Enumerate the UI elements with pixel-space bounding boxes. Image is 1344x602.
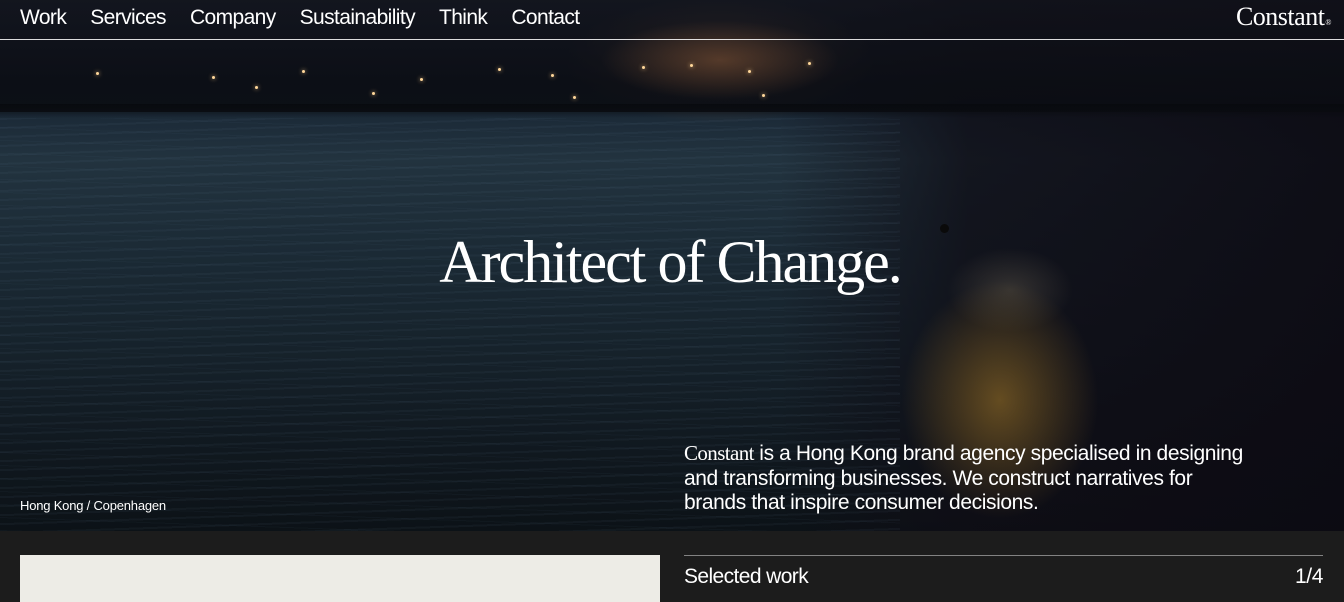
city-light bbox=[255, 86, 258, 89]
nav-item-services[interactable]: Services bbox=[90, 4, 166, 32]
city-light bbox=[808, 62, 811, 65]
city-light bbox=[762, 94, 765, 97]
nav-item-contact[interactable]: Contact bbox=[511, 4, 580, 32]
selected-work-title: Selected work bbox=[684, 565, 809, 588]
city-light bbox=[302, 70, 305, 73]
logo-text: Constant bbox=[1235, 2, 1325, 31]
intro-brand-name: Constant bbox=[684, 441, 754, 465]
city-light bbox=[551, 74, 554, 77]
slide-counter: 1/4 bbox=[1295, 565, 1323, 588]
section-divider bbox=[684, 555, 1323, 556]
city-light bbox=[212, 76, 215, 79]
nav-links: Work Services Company Sustainability Thi… bbox=[20, 4, 580, 32]
brand-logo[interactable]: Constant® bbox=[1236, 2, 1331, 32]
office-locations: Hong Kong / Copenhagen bbox=[20, 498, 166, 513]
waterline bbox=[0, 104, 1344, 118]
nav-item-think[interactable]: Think bbox=[439, 4, 488, 32]
main-navigation: Work Services Company Sustainability Thi… bbox=[0, 0, 1344, 40]
intro-text: is a Hong Kong brand agency specialised … bbox=[684, 442, 1243, 514]
nav-item-sustainability[interactable]: Sustainability bbox=[300, 4, 416, 32]
agency-intro: Constant is a Hong Kong brand agency spe… bbox=[684, 441, 1244, 516]
registered-mark: ® bbox=[1325, 18, 1331, 27]
city-light bbox=[498, 68, 501, 71]
city-light bbox=[573, 96, 576, 99]
city-light bbox=[690, 64, 693, 67]
city-light bbox=[96, 72, 99, 75]
selected-work-card[interactable] bbox=[20, 555, 660, 602]
nav-item-company[interactable]: Company bbox=[190, 4, 276, 32]
city-light bbox=[642, 66, 645, 69]
nav-item-work[interactable]: Work bbox=[20, 4, 67, 32]
city-light bbox=[420, 78, 423, 81]
selected-work-section: Selected work 1/4 bbox=[0, 531, 1344, 602]
city-light bbox=[372, 92, 375, 95]
city-light bbox=[748, 70, 751, 73]
page: Work Services Company Sustainability Thi… bbox=[0, 0, 1344, 602]
hero-headline: Architect of Change. bbox=[439, 229, 902, 295]
